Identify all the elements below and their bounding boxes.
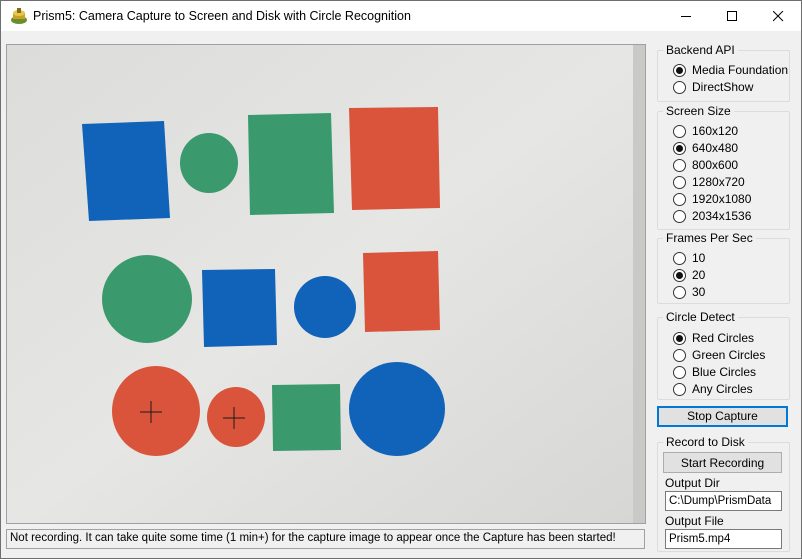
stop-capture-button[interactable]: Stop Capture (657, 406, 788, 427)
paper-edge (633, 45, 645, 523)
radio-label: 160x120 (692, 124, 739, 138)
green-circle-shape (180, 133, 238, 193)
blue-circle-shape (349, 362, 445, 456)
radio-button[interactable] (673, 286, 686, 299)
radio-label: 30 (692, 285, 706, 299)
radio-button[interactable] (673, 193, 686, 206)
title-bar[interactable]: Prism5: Camera Capture to Screen and Dis… (1, 1, 801, 31)
status-bar: Not recording. It can take quite some ti… (6, 529, 645, 549)
red-circle-shape (112, 366, 200, 456)
record-to-disk-group: Record to Disk Start Recording Output Di… (657, 435, 790, 552)
app-icon (11, 8, 27, 24)
radio-label: 1920x1080 (692, 192, 752, 206)
group-title: Record to Disk (663, 435, 748, 449)
radio-button[interactable] (673, 269, 686, 282)
status-text: Not recording. It can take quite some ti… (10, 532, 616, 544)
radio-button[interactable] (673, 349, 686, 362)
camera-preview (6, 44, 646, 524)
radio-button[interactable] (673, 332, 686, 345)
radio-button[interactable] (673, 81, 686, 94)
blue-square-shape (202, 269, 277, 347)
output-file-field[interactable]: Prism5.mp4 (665, 529, 782, 549)
output-dir-label: Output Dir (665, 476, 720, 490)
green-square-shape (248, 113, 334, 215)
radio-label: Blue Circles (692, 365, 757, 379)
radio-button[interactable] (673, 159, 686, 172)
output-file-label: Output File (665, 514, 724, 528)
red-square-shape (349, 107, 440, 210)
app-window: Prism5: Camera Capture to Screen and Dis… (0, 0, 802, 559)
circle-detect-group: Circle Detect Red Circles Green Circles … (657, 310, 790, 400)
blue-circle-shape (294, 276, 356, 338)
radio-button[interactable] (673, 176, 686, 189)
radio-button[interactable] (673, 125, 686, 138)
radio-button[interactable] (673, 64, 686, 77)
radio-button[interactable] (673, 252, 686, 265)
radio-label: Media Foundation (692, 63, 789, 77)
maximize-icon (727, 11, 737, 21)
radio-label: Red Circles (692, 331, 755, 345)
group-title: Backend API (663, 43, 738, 57)
red-square-shape (363, 251, 440, 332)
minimize-icon (681, 16, 691, 17)
radio-button[interactable] (673, 366, 686, 379)
radio-button[interactable] (673, 210, 686, 223)
window-title: Prism5: Camera Capture to Screen and Dis… (33, 9, 411, 23)
maximize-button[interactable] (709, 1, 755, 31)
camera-frame (7, 45, 645, 523)
group-title: Circle Detect (663, 310, 738, 324)
radio-label: 800x600 (692, 158, 739, 172)
green-square-shape (272, 384, 341, 451)
blue-square-shape (82, 121, 170, 221)
close-button[interactable] (755, 1, 801, 31)
green-circle-shape (102, 255, 192, 343)
radio-label: 20 (692, 268, 706, 282)
backend-api-group: Backend API Media Foundation DirectShow (657, 43, 790, 102)
output-dir-field[interactable]: C:\Dump\PrismData (665, 491, 782, 511)
group-title: Screen Size (663, 104, 734, 118)
minimize-button[interactable] (663, 1, 709, 31)
radio-label: Green Circles (692, 348, 766, 362)
start-recording-button[interactable]: Start Recording (663, 452, 782, 473)
group-title: Frames Per Sec (663, 231, 756, 245)
red-circle-shape (207, 387, 265, 447)
radio-button[interactable] (673, 383, 686, 396)
radio-label: 640x480 (692, 141, 739, 155)
radio-label: 2034x1536 (692, 209, 752, 223)
radio-button[interactable] (673, 142, 686, 155)
radio-label: 10 (692, 251, 706, 265)
close-icon (773, 11, 784, 22)
radio-label: DirectShow (692, 80, 754, 94)
fps-group: Frames Per Sec 10 20 30 (657, 231, 790, 304)
radio-label: 1280x720 (692, 175, 745, 189)
screen-size-group: Screen Size 160x120 640x480 800x600 1280… (657, 104, 790, 230)
radio-label: Any Circles (692, 382, 753, 396)
